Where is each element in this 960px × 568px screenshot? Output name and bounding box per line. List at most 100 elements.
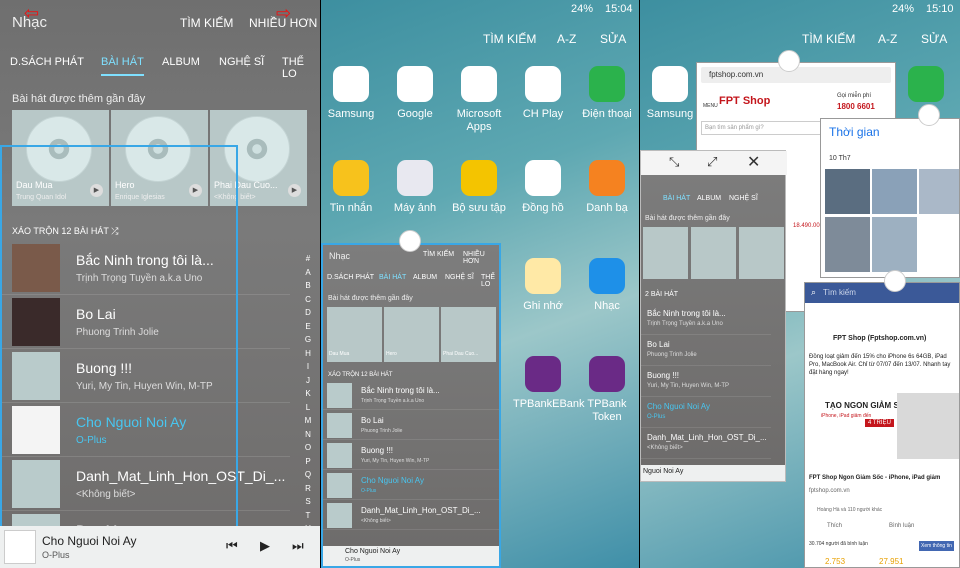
- index-letter[interactable]: P: [302, 455, 314, 469]
- album-card[interactable]: [691, 227, 736, 279]
- search-action[interactable]: TÌM KIẾM: [180, 16, 233, 30]
- index-letter[interactable]: O: [302, 441, 314, 455]
- fb-page-name[interactable]: FPT Shop (Fptshop.com.vn): [833, 335, 926, 342]
- tab-playlist[interactable]: D.SÁCH PHÁT: [327, 274, 374, 281]
- play-icon[interactable]: ▶: [260, 538, 270, 554]
- gallery-window[interactable]: Thời gian 10 Th7: [820, 118, 960, 278]
- fb-search[interactable]: Tìm kiếm: [823, 288, 856, 297]
- search-action[interactable]: TÌM KIẾM: [802, 32, 855, 46]
- shuffle-label[interactable]: 2 BÀI HÁT: [645, 291, 678, 298]
- search-action[interactable]: TÌM KIẾM: [483, 32, 536, 46]
- app-microsoft-folder[interactable]: Microsoft Apps: [449, 66, 509, 134]
- sort-action[interactable]: A-Z: [557, 32, 576, 46]
- search-icon[interactable]: ⌕: [811, 287, 816, 298]
- app-camera[interactable]: Máy ảnh: [385, 160, 445, 215]
- tab-album[interactable]: ALBUM: [162, 56, 200, 68]
- song-row[interactable]: Danh_Mat_Linh_Hon_OST_Di_... <Không biết>: [323, 501, 499, 530]
- edit-action[interactable]: SỬA: [600, 32, 626, 46]
- song-row[interactable]: Buong !!! Yuri, My Tin, Huyen Win, M-TP: [641, 367, 771, 397]
- app-gallery[interactable]: Bộ sưu tập: [449, 160, 509, 215]
- photo-thumb[interactable]: [872, 217, 917, 272]
- song-row[interactable]: Buong !!! Yuri, My Tin, Huyen Win, M-TP: [323, 441, 499, 470]
- tab-artist[interactable]: NGHỆ SĨ: [219, 56, 264, 68]
- facebook-window[interactable]: ⌕ Tìm kiếm FPT Shop (Fptshop.com.vn) Đồn…: [804, 282, 960, 568]
- index-letter[interactable]: I: [302, 360, 314, 374]
- index-letter[interactable]: L: [302, 401, 314, 415]
- popup-music-window[interactable]: Nhạc TÌM KIẾM NHIỀU HƠN D.SÁCH PHÁT BÀI …: [321, 243, 501, 568]
- song-row[interactable]: Cho Nguoi Noi Ay O-Plus: [323, 471, 499, 500]
- index-letter[interactable]: H: [302, 347, 314, 361]
- tab-songs[interactable]: BÀI HÁT: [663, 195, 690, 202]
- edit-action[interactable]: SỬA: [921, 32, 947, 46]
- close-icon[interactable]: ✕: [747, 152, 760, 172]
- photo-thumb[interactable]: [825, 217, 870, 272]
- index-letter[interactable]: #: [302, 252, 314, 266]
- photo-thumb[interactable]: [919, 169, 959, 214]
- index-letter[interactable]: Q: [302, 468, 314, 482]
- previous-icon[interactable]: ⏮: [226, 538, 238, 554]
- popup-drag-handle[interactable]: [399, 230, 421, 252]
- fb-reactions[interactable]: Hoàng Hà và 110 người khác: [817, 507, 882, 513]
- gallery-title[interactable]: Thời gian: [829, 125, 880, 139]
- alphabet-index[interactable]: #ABCDEGHIJKLMNOPQRSTUVXYZ: [302, 252, 314, 568]
- tab-album[interactable]: ALBUM: [697, 195, 721, 202]
- play-icon[interactable]: ▶: [288, 184, 301, 197]
- minimize-icon[interactable]: ⤡: [669, 154, 679, 170]
- hotline-number[interactable]: 1800 6601: [837, 102, 875, 111]
- app-phone[interactable]: Điện thoại: [577, 66, 637, 121]
- index-letter[interactable]: M: [302, 414, 314, 428]
- mini-player[interactable]: Nguoi Noi Ay: [641, 465, 785, 481]
- song-row[interactable]: Bắc Ninh trong tôi là... Trịnh Trọng Tuyề…: [323, 381, 499, 410]
- app-contacts[interactable]: Danh bạ: [577, 160, 637, 215]
- song-row[interactable]: Bo Lai Phuong Trinh Jolie: [323, 411, 499, 440]
- tab-artist[interactable]: NGHỆ SĨ: [729, 195, 758, 202]
- index-letter[interactable]: T: [302, 509, 314, 523]
- photo-thumb[interactable]: [872, 169, 917, 214]
- index-letter[interactable]: S: [302, 495, 314, 509]
- site-search[interactable]: Bạn tìm sản phẩm gì?: [701, 121, 821, 135]
- app-music[interactable]: Nhạc: [577, 258, 637, 313]
- app-clock[interactable]: Đồng hồ: [513, 160, 573, 215]
- shuffle-label[interactable]: XÁO TRỘN 12 BÀI HÁT: [328, 372, 393, 378]
- tab-album[interactable]: ALBUM: [413, 274, 437, 281]
- mini-player[interactable]: Cho Nguoi Noi Ay O-Plus ⏮ ▶ ⏭: [0, 526, 320, 568]
- index-letter[interactable]: A: [302, 266, 314, 280]
- tab-playlist[interactable]: D.SÁCH PHÁT: [10, 56, 84, 68]
- tab-songs[interactable]: BÀI HÁT: [379, 274, 406, 281]
- index-letter[interactable]: C: [302, 293, 314, 307]
- tab-genre[interactable]: THỂ LO: [481, 274, 499, 288]
- sort-action[interactable]: A-Z: [878, 32, 897, 46]
- song-row[interactable]: Cho Nguoi Noi Ay O-Plus: [641, 398, 771, 428]
- album-card[interactable]: Dau Mua: [327, 307, 382, 362]
- app-memo[interactable]: Ghi nhớ: [513, 258, 573, 313]
- app-play-store[interactable]: CH Play: [513, 66, 573, 121]
- app-tpbank-ebank[interactable]: TPBankEBank: [513, 356, 585, 411]
- tab-genre[interactable]: THỂ LO: [282, 56, 320, 80]
- index-letter[interactable]: B: [302, 279, 314, 293]
- album-card[interactable]: [739, 227, 784, 279]
- tab-songs[interactable]: BÀI HÁT: [101, 56, 144, 76]
- app-message[interactable]: Tin nhắn: [321, 160, 381, 215]
- next-icon[interactable]: ⏭: [292, 538, 304, 554]
- photo-thumb[interactable]: [825, 169, 870, 214]
- window-handle[interactable]: [918, 104, 940, 126]
- album-card[interactable]: [643, 227, 688, 279]
- index-letter[interactable]: D: [302, 306, 314, 320]
- window-handle[interactable]: [778, 50, 800, 72]
- more-info-button[interactable]: Xem thông tin: [919, 541, 954, 551]
- song-row[interactable]: Bo Lai Phuong Trinh Jolie: [641, 336, 771, 366]
- app-google-folder[interactable]: Google: [385, 66, 445, 121]
- menu-label[interactable]: MENU: [703, 103, 718, 109]
- index-letter[interactable]: N: [302, 428, 314, 442]
- app-samsung-folder[interactable]: Samsung: [321, 66, 381, 121]
- comment-button[interactable]: Bình luận: [889, 523, 914, 529]
- window-handle[interactable]: [884, 270, 906, 292]
- index-letter[interactable]: J: [302, 374, 314, 388]
- song-row[interactable]: Bắc Ninh trong tôi là... Trịnh Trọng Tuyề…: [641, 305, 771, 335]
- ad-caption[interactable]: FPT Shop Ngon Giảm Sốc - iPhone, iPad gi…: [809, 475, 940, 481]
- app-phone[interactable]: [896, 66, 956, 102]
- index-letter[interactable]: R: [302, 482, 314, 496]
- song-row[interactable]: Danh_Mat_Linh_Hon_OST_Di_... <Không biết>: [641, 429, 771, 459]
- app-tpbank-token[interactable]: TPBank Token: [577, 356, 637, 424]
- index-letter[interactable]: E: [302, 320, 314, 334]
